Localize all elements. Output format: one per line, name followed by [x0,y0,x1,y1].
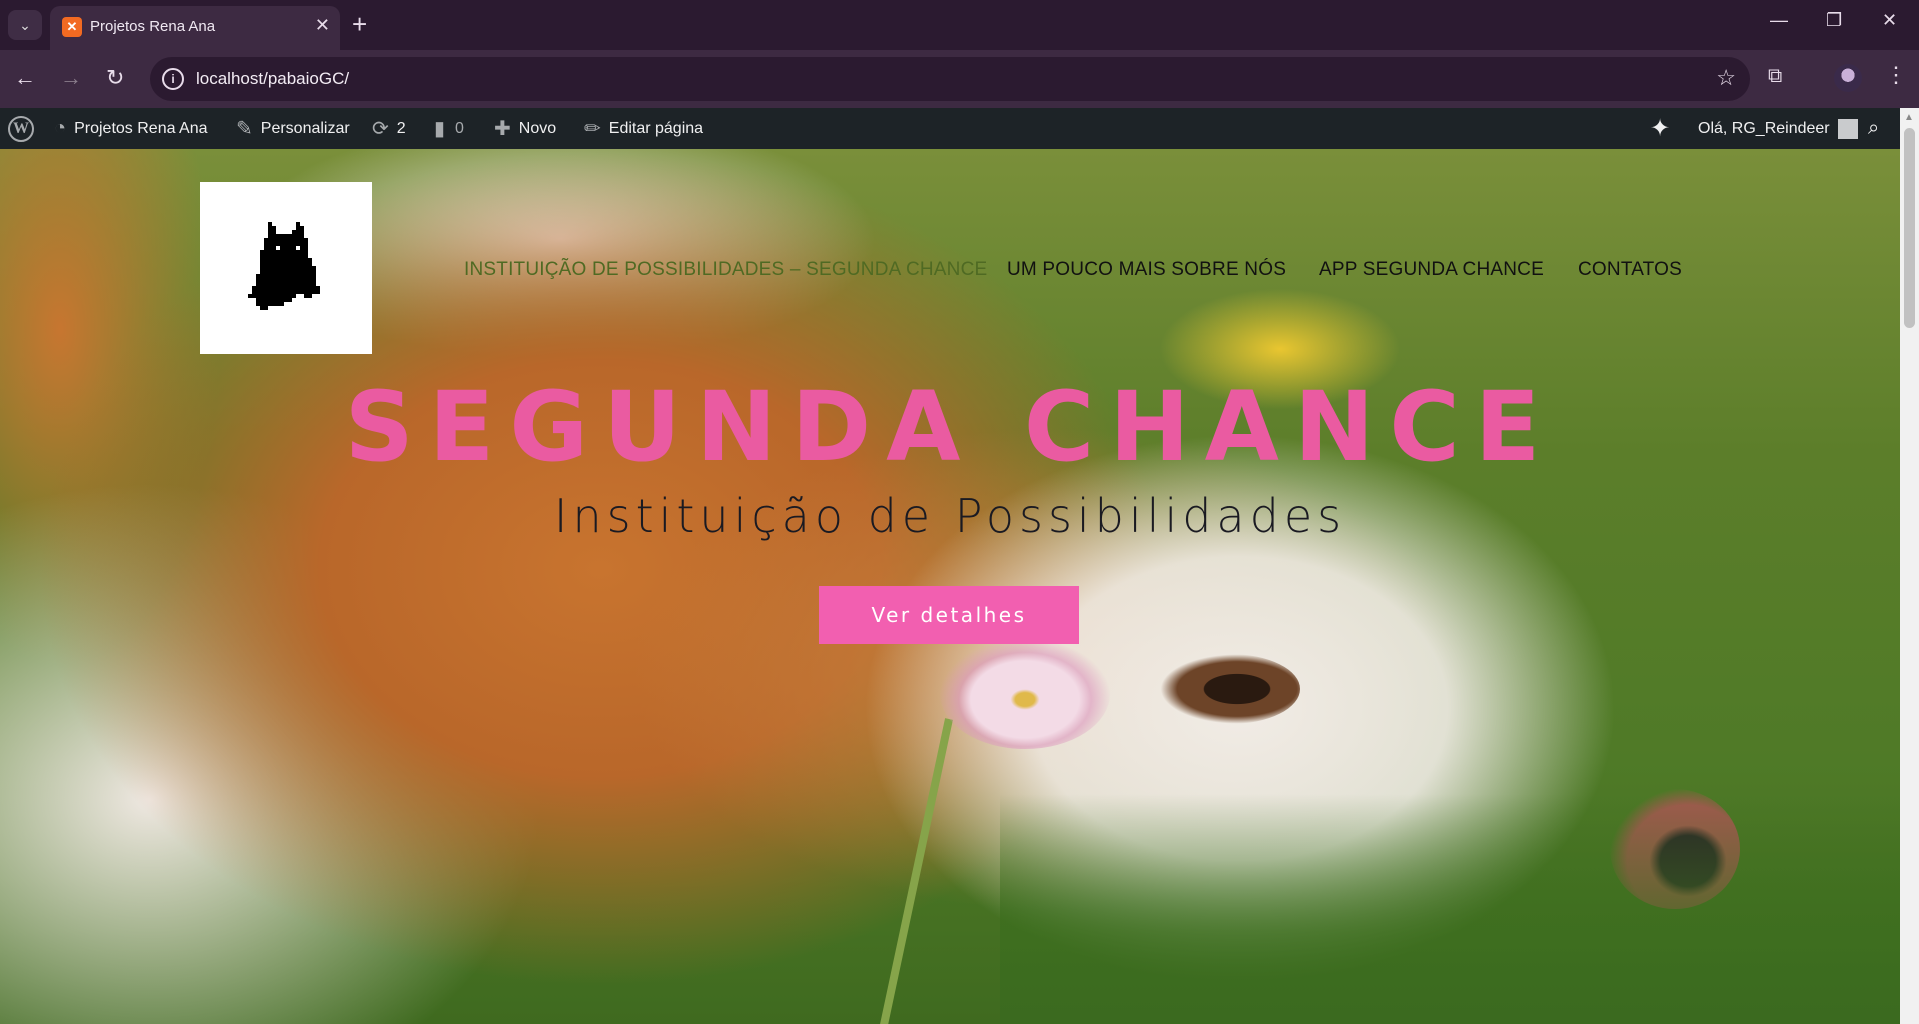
admin-site-name-label: Projetos Rena Ana [74,119,208,137]
nav-item-home[interactable]: INSTITUIÇÃO DE POSSIBILIDADES – SEGUNDA … [464,259,987,281]
browser-menu-icon[interactable]: ⋮ [1885,62,1907,88]
admin-search[interactable]: ⌕ [1868,108,1887,149]
dashboard-icon: ◔ [54,117,67,139]
new-tab-button[interactable]: + [352,8,367,40]
address-bar[interactable]: i localhost/pabaioGC/ ☆ [150,57,1750,101]
hero-subtitle: Instituição de Possibilidades [553,489,1347,543]
reload-icon[interactable]: ↻ [106,64,124,92]
sparkle-icon: ✦ [1650,115,1671,142]
pencil-icon: ✏ [584,118,601,140]
profile-avatar[interactable] [1834,64,1862,92]
admin-greeting: Olá, RG_Reindeer [1698,119,1830,137]
browser-tab-bar: ⌄ ✕ Projetos Rena Ana ✕ + — ❐ ✕ [0,0,1919,50]
bookmark-star-icon[interactable]: ☆ [1716,65,1736,91]
admin-my-account[interactable]: Olá, RG_Reindeer [1698,108,1858,149]
hero-background-detail [1000,794,1900,1024]
view-details-button[interactable]: Ver detalhes [819,586,1079,644]
close-icon[interactable]: ✕ [315,15,330,36]
nav-item-about[interactable]: UM POUCO MAIS SOBRE NÓS [1007,259,1286,281]
admin-customize-label: Personalizar [260,119,350,137]
admin-comments[interactable]: ▮ 0 [434,108,464,149]
admin-updates-count: 2 [396,119,406,137]
xampp-icon: ✕ [62,17,82,37]
hero-background-detail [1160,654,1300,724]
comment-icon: ▮ [434,118,446,140]
admin-new-label: Novo [518,119,557,137]
hero-section: INSTITUIÇÃO DE POSSIBILIDADES – SEGUNDA … [0,149,1900,1024]
nav-item-app[interactable]: APP SEGUNDA CHANCE [1319,259,1544,281]
paintbrush-icon: ✎ [236,118,253,140]
hero-background-detail [878,718,953,1024]
url-text[interactable]: localhost/pabaioGC/ [196,69,349,89]
tab-title: Projetos Rena Ana [90,18,216,35]
forward-icon[interactable]: → [60,64,82,92]
search-icon: ⌕ [1868,117,1880,139]
wp-logo-menu[interactable]: W [8,108,34,149]
restore-icon[interactable]: ❐ [1826,10,1842,31]
tab-search-button[interactable]: ⌄ [8,10,42,40]
plus-icon: ✚ [494,118,511,140]
page-scrollbar[interactable]: ▲ [1900,108,1919,1024]
admin-avatar [1837,118,1858,139]
wordpress-icon: W [8,115,34,142]
browser-toolbar: ← → ↻ i localhost/pabaioGC/ ☆ ⧉ ⋮ [0,50,1919,108]
browser-tab-active[interactable]: ✕ Projetos Rena Ana ✕ [50,6,340,50]
updates-icon: ⟳ [372,118,389,140]
admin-comments-count: 0 [455,119,464,137]
scroll-up-icon[interactable]: ▲ [1904,112,1914,123]
chevron-down-icon: ⌄ [19,16,31,33]
minimize-icon[interactable]: — [1770,10,1788,31]
admin-ai-assistant[interactable]: ✦ [1650,108,1678,149]
window-close-icon[interactable]: ✕ [1882,10,1897,31]
admin-new[interactable]: ✚ Novo [494,108,556,149]
admin-edit-page-label: Editar página [608,119,704,137]
nav-item-contacts[interactable]: CONTATOS [1578,259,1682,281]
admin-edit-page[interactable]: ✏ Editar página [584,108,703,149]
scrollbar-thumb[interactable] [1904,128,1915,328]
hero-title: SEGUNDA CHANCE [344,371,1556,483]
extensions-icon[interactable]: ⧉ [1768,65,1782,88]
admin-site-name[interactable]: ◔ Projetos Rena Ana [54,108,208,149]
hero-background-detail [940,639,1110,749]
admin-updates[interactable]: ⟳ 2 [372,108,406,149]
admin-customize[interactable]: ✎ Personalizar [236,108,350,149]
site-primary-nav: INSTITUIÇÃO DE POSSIBILIDADES – SEGUNDA … [0,259,1900,289]
back-icon[interactable]: ← [14,64,36,92]
wp-admin-bar: W ◔ Projetos Rena Ana ✎ Personalizar ⟳ 2… [0,108,1919,149]
site-info-icon[interactable]: i [162,68,184,90]
